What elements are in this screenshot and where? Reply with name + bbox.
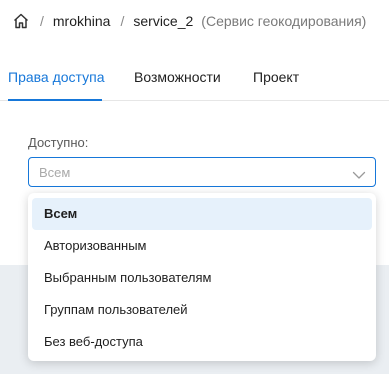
option-user-groups[interactable]: Группам пользователей — [32, 294, 372, 326]
active-tab-indicator — [8, 99, 102, 101]
tab-project[interactable]: Проект — [253, 69, 299, 85]
tab-bar: Права доступа Возможности Проект — [0, 56, 389, 101]
breadcrumb-service-description: (Сервис геокодирования) — [201, 13, 367, 29]
access-field-label: Доступно: — [28, 135, 89, 150]
option-everyone[interactable]: Всем — [32, 198, 372, 230]
option-authorized[interactable]: Авторизованным — [32, 230, 372, 262]
breadcrumb-separator: / — [120, 13, 125, 29]
breadcrumb-separator: / — [40, 13, 44, 29]
access-select[interactable]: Всем — [28, 157, 376, 187]
chevron-down-icon[interactable] — [352, 167, 366, 179]
option-no-web-access[interactable]: Без веб-доступа — [32, 326, 372, 358]
access-select-value: Всем — [39, 165, 71, 180]
breadcrumb: / mrokhina / service_2 (Сервис геокодиро… — [12, 10, 366, 32]
option-selected-users[interactable]: Выбранным пользователям — [32, 262, 372, 294]
breadcrumb-service: service_2 — [133, 13, 194, 29]
access-dropdown-menu: Всем Авторизованным Выбранным пользовате… — [28, 193, 376, 361]
tab-access-rights[interactable]: Права доступа — [8, 69, 104, 85]
tab-capabilities[interactable]: Возможности — [134, 69, 221, 85]
breadcrumb-user[interactable]: mrokhina — [53, 13, 111, 29]
home-icon[interactable] — [12, 12, 30, 30]
